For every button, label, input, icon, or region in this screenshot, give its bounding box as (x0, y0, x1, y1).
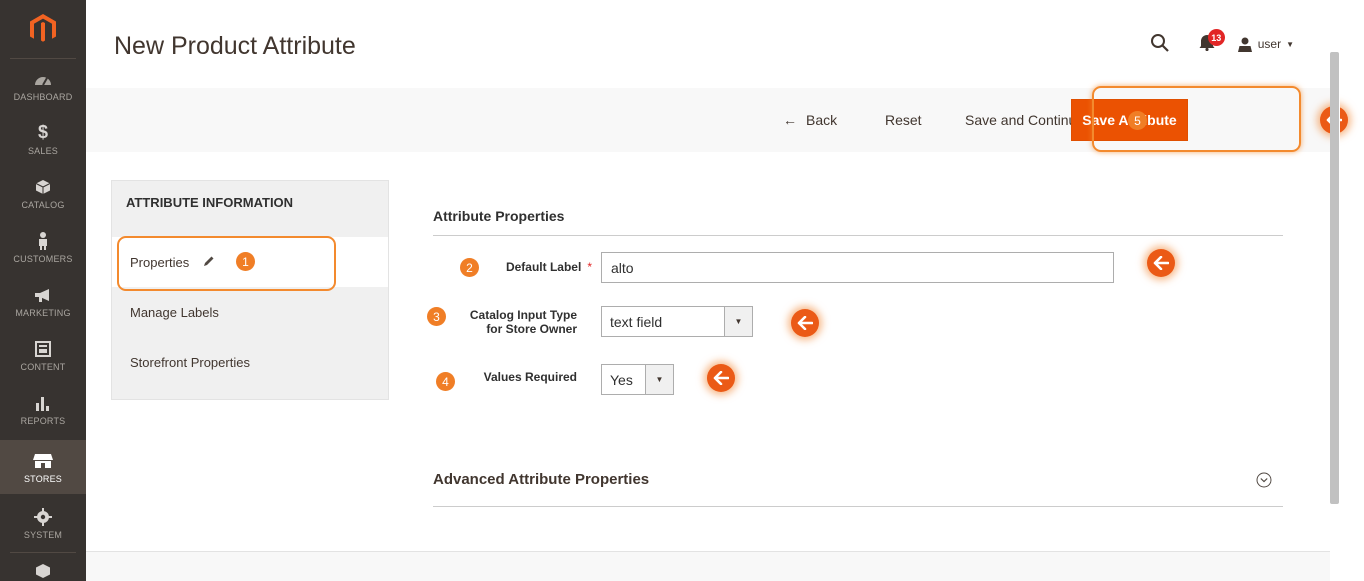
sidebar-item-customers[interactable]: CUSTOMERS (0, 220, 86, 274)
sidebar-item-sales[interactable]: $ SALES (0, 112, 86, 166)
tab-manage-labels[interactable]: Manage Labels (112, 287, 388, 337)
tab-storefront-properties[interactable]: Storefront Properties (112, 337, 388, 387)
magento-logo-icon (30, 14, 56, 42)
chevron-down-icon: ▼ (724, 307, 752, 336)
sidebar-item-system[interactable]: SYSTEM (0, 496, 86, 550)
select-value: text field (610, 313, 663, 330)
user-icon (1237, 37, 1252, 52)
catalog-input-type-select[interactable]: text field ▼ (601, 306, 753, 337)
dashboard-icon (34, 69, 52, 89)
notifications-button[interactable]: 13 (1198, 29, 1225, 55)
sidebar-item-catalog[interactable]: CATALOG (0, 166, 86, 220)
person-icon (37, 231, 49, 251)
sidebar-item-label: CONTENT (20, 361, 66, 372)
header-actions: 13 user ▼ (1150, 29, 1294, 55)
sidebar-item-label: CUSTOMERS (13, 253, 73, 264)
highlight-box-properties (117, 236, 336, 291)
section-divider (433, 506, 1283, 507)
magento-logo[interactable] (0, 0, 86, 58)
page-title: New Product Attribute (114, 32, 356, 60)
app-root: DASHBOARD $ SALES CATALOG CUSTOMERS MARK… (0, 0, 1364, 581)
section-title: Attribute Properties (433, 208, 565, 224)
step-badge-1: 1 (236, 252, 255, 271)
required-asterisk: * (587, 260, 592, 274)
step-badge-5: 5 (1128, 111, 1147, 130)
sidebar-item-label: SYSTEM (23, 529, 63, 540)
sidebar-item-label: STORES (23, 473, 63, 484)
advanced-properties-title[interactable]: Advanced Attribute Properties (433, 471, 649, 488)
pointer-arrow-icon (707, 364, 735, 392)
tabs-title: ATTRIBUTE INFORMATION (126, 195, 294, 210)
expand-toggle-icon[interactable] (1256, 472, 1272, 488)
sidebar-item-reports[interactable]: REPORTS (0, 382, 86, 436)
select-value: Yes (610, 371, 633, 388)
layout-icon (35, 339, 51, 359)
page-footer (86, 551, 1331, 581)
values-required-select[interactable]: Yes ▼ (601, 364, 674, 395)
tab-label: Manage Labels (130, 304, 219, 320)
search-icon[interactable] (1150, 33, 1172, 55)
values-required-label: Values Required (483, 370, 577, 384)
tab-label: Storefront Properties (130, 354, 250, 370)
user-menu[interactable]: user ▼ (1237, 37, 1294, 52)
store-icon (33, 451, 53, 471)
sidebar-item-label: MARKETING (15, 307, 71, 318)
input-type-label-line1: Catalog Input Type (469, 308, 577, 322)
notification-count-badge: 13 (1207, 29, 1225, 46)
sidebar-item-stores[interactable]: STORES (0, 440, 86, 494)
section-divider (433, 235, 1283, 236)
default-label-text: Default Label (505, 260, 582, 274)
highlight-box-save (1092, 86, 1301, 152)
cube-icon (35, 561, 51, 581)
gear-icon (34, 507, 52, 527)
dollar-icon: $ (37, 122, 48, 142)
pointer-arrow-icon (1147, 249, 1175, 277)
megaphone-icon (34, 285, 52, 305)
pointer-arrow-icon (791, 309, 819, 337)
sidebar-item-content[interactable]: CONTENT (0, 328, 86, 382)
scrollbar-thumb[interactable] (1330, 52, 1339, 504)
sidebar-item-label: REPORTS (20, 415, 66, 426)
default-label-input[interactable]: alto (601, 252, 1114, 283)
back-label: Back (806, 112, 838, 128)
input-type-label-line2: for Store Owner (486, 322, 577, 336)
sidebar-item-extension[interactable] (0, 556, 86, 581)
step-badge-4: 4 (436, 372, 455, 391)
admin-sidebar: DASHBOARD $ SALES CATALOG CUSTOMERS MARK… (0, 0, 86, 581)
sidebar-divider (10, 552, 76, 553)
reset-button[interactable]: Reset (885, 88, 922, 152)
sidebar-item-label: CATALOG (21, 199, 65, 210)
cube-icon (35, 177, 51, 197)
sidebar-item-label: SALES (27, 145, 59, 156)
input-type-label: Catalog Input Type for Store Owner (440, 308, 577, 336)
back-button[interactable]: ← Back (783, 88, 837, 152)
bar-chart-icon (35, 393, 51, 413)
sidebar-item-marketing[interactable]: MARKETING (0, 274, 86, 328)
user-name: user (1257, 37, 1282, 51)
sidebar-item-dashboard[interactable]: DASHBOARD (0, 58, 86, 112)
chevron-down-icon: ▼ (1286, 39, 1294, 49)
default-label-label: Default Label * (470, 260, 592, 274)
chevron-down-icon: ▼ (645, 365, 673, 394)
arrow-left-icon: ← (783, 112, 797, 128)
sidebar-item-label: DASHBOARD (13, 91, 73, 102)
